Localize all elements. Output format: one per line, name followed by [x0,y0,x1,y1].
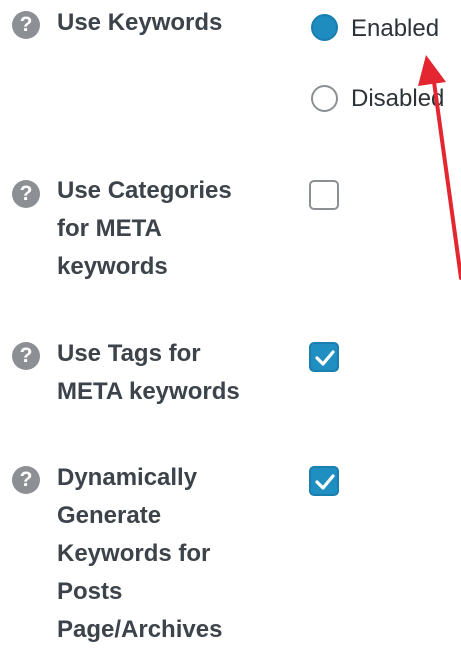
red-arrow-annotation [418,55,461,280]
